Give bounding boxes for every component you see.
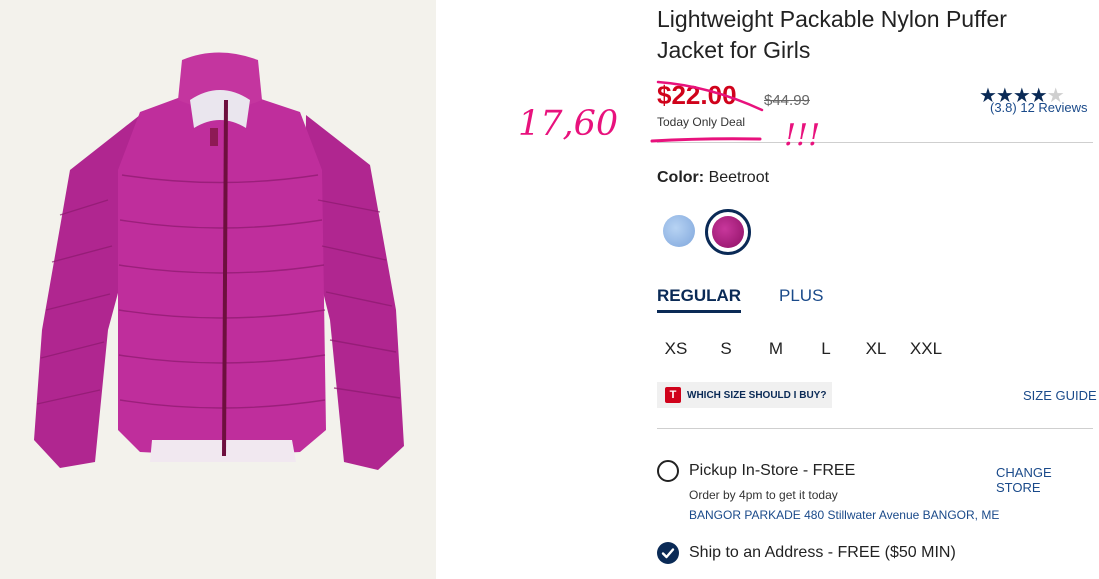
size-button-l[interactable]: L	[806, 339, 846, 359]
pickup-radio[interactable]	[657, 460, 679, 482]
handwritten-price-annotation: 17,60	[518, 104, 619, 144]
product-title: Lightweight Packable Nylon Puffer Jacket…	[657, 6, 1007, 63]
size-button-s[interactable]: S	[706, 339, 746, 359]
pickup-note: Order by 4pm to get it today	[689, 488, 838, 502]
swatch-beetroot[interactable]	[705, 209, 751, 255]
tab-plus[interactable]: PLUS	[779, 286, 823, 306]
ship-label[interactable]: Ship to an Address - FREE ($50 MIN)	[689, 544, 956, 562]
store-address-link[interactable]: BANGOR PARKADE 480 Stillwater Avenue BAN…	[689, 508, 999, 522]
pickup-label[interactable]: Pickup In-Store - FREE	[689, 462, 855, 480]
size-guide-link[interactable]: SIZE GUIDE	[1023, 388, 1097, 403]
which-size-button[interactable]: T WHICH SIZE SHOULD I BUY?	[657, 382, 833, 408]
handwritten-exclaim-annotation: !!!	[784, 118, 821, 153]
annotation-strokes	[650, 80, 764, 143]
size-button-xxl[interactable]: XXL	[906, 339, 946, 359]
size-button-xs[interactable]: XS	[656, 339, 696, 359]
divider	[657, 428, 1093, 429]
reviews-link[interactable]: (3.8) 12 Reviews	[990, 100, 1088, 115]
color-label: Color: Beetroot	[657, 169, 770, 186]
puffer-jacket-image	[34, 52, 404, 470]
size-button-m[interactable]: M	[756, 339, 796, 359]
swatch-light-blue[interactable]	[663, 215, 695, 247]
size-button-xl[interactable]: XL	[856, 339, 896, 359]
selected-color: Beetroot	[708, 169, 770, 186]
change-store-link[interactable]: CHANGE STORE	[996, 465, 1099, 495]
product-image[interactable]	[0, 0, 436, 579]
tab-regular[interactable]: REGULAR	[657, 286, 742, 313]
ship-radio-checked[interactable]	[657, 542, 679, 564]
checkmark-icon	[661, 548, 675, 559]
size-help-icon: T	[665, 387, 681, 403]
original-price: $44.99	[764, 92, 810, 109]
which-size-text: WHICH SIZE SHOULD I BUY?	[687, 389, 827, 401]
